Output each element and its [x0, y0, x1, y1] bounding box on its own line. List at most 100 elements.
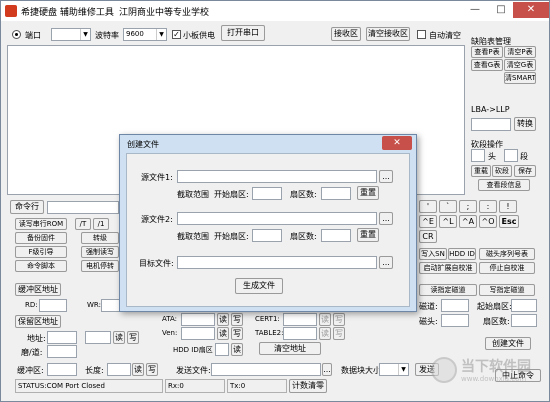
- clear-receive-button[interactable]: 清空接收区: [366, 27, 410, 41]
- source2-count-input[interactable]: [321, 229, 351, 242]
- address-input-1[interactable]: [47, 331, 77, 344]
- rd-input[interactable]: [39, 299, 67, 312]
- hdd-id-sector-input[interactable]: [215, 343, 229, 356]
- key-ctrl-o[interactable]: ^O: [479, 215, 497, 228]
- source1-browse-button[interactable]: ...: [379, 170, 393, 183]
- stop-adapt-button[interactable]: 停止自校准: [479, 262, 535, 274]
- reload-button[interactable]: 重载: [471, 165, 491, 177]
- key-quote[interactable]: ': [419, 200, 437, 213]
- key-colon[interactable]: :: [479, 200, 497, 213]
- address-input-2[interactable]: [85, 331, 111, 344]
- table2-read-button[interactable]: 读: [319, 327, 331, 340]
- address-read-button[interactable]: 读: [113, 331, 125, 344]
- key-esc[interactable]: Esc: [499, 215, 519, 228]
- table2-input[interactable]: [283, 327, 317, 340]
- maximize-button[interactable]: □: [489, 2, 513, 18]
- key-cr[interactable]: CR: [419, 230, 437, 243]
- auto-clear-checkbox[interactable]: [417, 30, 426, 39]
- key-exclaim[interactable]: !: [499, 200, 517, 213]
- cut-segment-button[interactable]: 砍段: [492, 165, 512, 177]
- key-backtick[interactable]: `: [439, 200, 457, 213]
- cert1-write-button[interactable]: 写: [333, 313, 345, 326]
- ata-write-button[interactable]: 写: [231, 313, 243, 326]
- head-input[interactable]: [471, 149, 485, 162]
- close-button[interactable]: ✕: [513, 2, 549, 18]
- source2-browse-button[interactable]: ...: [379, 212, 393, 225]
- keep-area-address-button[interactable]: 保留区地址: [15, 315, 61, 328]
- key-ctrl-a[interactable]: ^A: [459, 215, 477, 228]
- ata-read-button[interactable]: 读: [217, 313, 229, 326]
- start-sector-input[interactable]: [511, 299, 537, 312]
- write-sn-button[interactable]: 写入SN: [419, 248, 447, 260]
- receive-area-button[interactable]: 接收区: [331, 27, 361, 41]
- f-level-boot-button[interactable]: F级引导: [15, 246, 67, 258]
- generate-file-button[interactable]: 生成文件: [235, 278, 283, 294]
- slash-1-button[interactable]: /1: [93, 218, 109, 230]
- view-segment-info-button[interactable]: 查看段信息: [478, 179, 530, 191]
- source1-reset-button[interactable]: 重置: [357, 186, 379, 200]
- track-input[interactable]: [441, 299, 469, 312]
- cert1-input[interactable]: [283, 313, 317, 326]
- clear-address-button[interactable]: 清空地址: [259, 342, 321, 355]
- buffer-write-button[interactable]: 写: [146, 363, 158, 376]
- port-radio[interactable]: [12, 30, 21, 39]
- send-file-input[interactable]: [211, 363, 321, 376]
- hdd-id-sector-read-button[interactable]: 读: [231, 343, 243, 356]
- motor-stop-button[interactable]: 电机停转: [81, 260, 119, 272]
- send-file-browse-button[interactable]: ...: [322, 363, 332, 376]
- clear-g-table-button[interactable]: 清空G表: [504, 59, 536, 71]
- key-ctrl-e[interactable]: ^E: [419, 215, 437, 228]
- source1-input[interactable]: [177, 170, 377, 183]
- buffer-input[interactable]: [47, 363, 77, 376]
- view-g-table-button[interactable]: 查看G表: [471, 59, 503, 71]
- change-level-button[interactable]: 转级: [81, 232, 119, 244]
- clear-p-table-button[interactable]: 清空P表: [504, 46, 536, 58]
- head-num-input[interactable]: [441, 314, 469, 327]
- source2-reset-button[interactable]: 重置: [357, 228, 379, 242]
- source2-start-input[interactable]: [252, 229, 282, 242]
- head-sn-table-button[interactable]: 磁头序列号表: [479, 248, 535, 260]
- block-size-select[interactable]: ▼: [379, 363, 409, 376]
- key-semicolon[interactable]: ;: [459, 200, 477, 213]
- clear-smart-button[interactable]: 清SMART: [504, 72, 536, 84]
- ven-read-button[interactable]: 读: [217, 327, 229, 340]
- write-track-button[interactable]: 写指定磁道: [479, 284, 535, 296]
- ven-input[interactable]: [181, 327, 215, 340]
- start-ext-adapt-button[interactable]: 启动扩展自校准: [419, 262, 477, 274]
- wr-input[interactable]: [101, 299, 121, 312]
- length-input[interactable]: [107, 363, 131, 376]
- dialog-close-button[interactable]: ✕: [382, 136, 412, 150]
- baud-select[interactable]: 9600 ▼: [123, 28, 167, 41]
- read-track-button[interactable]: 读指定磁道: [419, 284, 477, 296]
- read-write-rom-button[interactable]: 读写串行ROM: [15, 218, 67, 230]
- open-port-button[interactable]: 打开串口: [221, 25, 265, 41]
- table2-write-button[interactable]: 写: [333, 327, 345, 340]
- board-power-checkbox[interactable]: ✓: [172, 30, 181, 39]
- force-rw-button[interactable]: 强制读写: [81, 246, 119, 258]
- create-file-button[interactable]: 创建文件: [485, 337, 531, 350]
- lba-input[interactable]: [471, 118, 511, 131]
- source1-count-input[interactable]: [321, 187, 351, 200]
- backup-firmware-button[interactable]: 备份固件: [15, 232, 67, 244]
- source2-input[interactable]: [177, 212, 377, 225]
- command-input[interactable]: [47, 201, 119, 214]
- ven-write-button[interactable]: 写: [231, 327, 243, 340]
- target-input[interactable]: [177, 256, 377, 269]
- ata-input[interactable]: [181, 313, 215, 326]
- address-write-button[interactable]: 写: [127, 331, 139, 344]
- hdd-id-button[interactable]: HDD ID: [448, 248, 476, 260]
- lba-convert-button[interactable]: 转换: [514, 117, 536, 131]
- sector-count-input[interactable]: [511, 314, 537, 327]
- cert1-read-button[interactable]: 读: [319, 313, 331, 326]
- track-slash-input[interactable]: [47, 345, 77, 358]
- target-browse-button[interactable]: ...: [379, 256, 393, 269]
- slash-t-button[interactable]: /T: [75, 218, 91, 230]
- segment-input[interactable]: [504, 149, 518, 162]
- save-segment-button[interactable]: 保存: [514, 165, 536, 177]
- buffer-address-button[interactable]: 缓冲区地址: [15, 283, 61, 296]
- view-p-table-button[interactable]: 查看P表: [471, 46, 503, 58]
- key-ctrl-l[interactable]: ^L: [439, 215, 457, 228]
- buffer-read-button[interactable]: 读: [132, 363, 144, 376]
- port-select[interactable]: ▼: [51, 28, 91, 41]
- clear-count-button[interactable]: 计数清零: [289, 379, 327, 393]
